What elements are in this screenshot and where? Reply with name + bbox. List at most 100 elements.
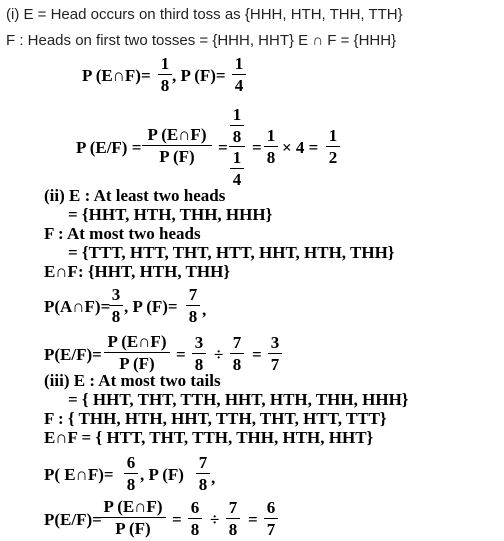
fraction-denominator: 2 — [328, 148, 338, 167]
part1-p-f-fraction: 1 4 — [232, 55, 246, 94]
fraction-numerator: 1 — [232, 148, 242, 167]
fraction-bar — [230, 168, 244, 169]
part3-p-f-label: , P (F) — [140, 465, 184, 484]
fraction-numerator: 3 — [270, 333, 280, 352]
fraction-bar — [109, 305, 123, 306]
fraction-bar — [226, 518, 240, 519]
fraction-bar — [142, 145, 212, 146]
fraction-numerator: 1 — [328, 126, 338, 145]
fraction-denominator: 7 — [270, 355, 280, 374]
fraction-numerator: 1 — [232, 105, 242, 124]
compound-top-fraction: 1 8 — [230, 106, 244, 145]
fraction-bar — [104, 352, 170, 353]
part3-divide: ÷ — [210, 510, 220, 529]
part2-result-fraction: 3 7 — [268, 334, 282, 373]
part1-equals-2: = — [252, 138, 262, 157]
fraction-denominator: 4 — [232, 170, 242, 189]
part1-step-fraction: 1 8 — [264, 127, 278, 166]
part2-fraction-2: 7 8 — [230, 334, 244, 373]
fraction-denominator: 8 — [126, 475, 136, 494]
fraction-bar — [326, 146, 340, 147]
fraction-numerator: P (E∩F) — [147, 125, 207, 144]
fraction-denominator: 8 — [198, 475, 208, 494]
part3-p-ef-fraction: 6 8 — [124, 454, 138, 493]
fraction-bar — [196, 473, 210, 474]
part3-p-ef-label: P( E∩F)= — [44, 465, 114, 484]
part2-equals-2: = — [252, 345, 262, 364]
fraction-numerator: 3 — [111, 285, 121, 304]
part3-conditional-label: P(E/F)= — [44, 510, 102, 529]
part3-intersection-line: E∩F = { HTT, THT, TTH, THH, HTH, HHT} — [44, 428, 374, 447]
part2-p-f-fraction: 7 8 — [186, 286, 200, 325]
fraction-numerator: 7 — [198, 453, 208, 472]
part3-event-e-line: (iii) E : At most two tails — [44, 371, 221, 390]
compound-bottom-fraction: 1 4 — [230, 149, 244, 188]
part3-event-f-line: F : { THH, HTH, HHT, TTH, THT, HTT, TTT} — [44, 409, 387, 428]
fraction-bar — [232, 74, 246, 75]
fraction-numerator: 1 — [266, 126, 276, 145]
part1-equals-1: = — [218, 138, 228, 157]
fraction-denominator: 8 — [232, 355, 242, 374]
fraction-bar — [192, 353, 206, 354]
part2-event-f-line: F : At most two heads — [44, 224, 201, 243]
fraction-denominator: 8 — [160, 76, 170, 95]
fraction-numerator: 3 — [194, 333, 204, 352]
fraction-bar — [264, 518, 278, 519]
part1-conditional-label: P (E/F) = — [76, 138, 142, 157]
fraction-numerator: 1 — [160, 54, 170, 73]
part2-event-f-set: = {TTT, HTT, THT, HTT, HHT, HTH, THH} — [68, 243, 395, 262]
part1-p-ef-label: P (E∩F)= — [82, 66, 151, 85]
fraction-bar — [268, 353, 282, 354]
fraction-bar — [124, 473, 138, 474]
part3-conditional-formula: P (E∩F) P (F) — [100, 498, 166, 537]
part2-p-f-label: , P (F)= — [124, 297, 178, 316]
part2-divide: ÷ — [214, 345, 224, 364]
fraction-numerator: 6 — [126, 453, 136, 472]
fraction-denominator: 8 — [232, 127, 242, 146]
fraction-denominator: 8 — [188, 307, 198, 326]
part3-p-f-fraction: 7 8 — [196, 454, 210, 493]
part2-equals-1: = — [176, 345, 186, 364]
part1-conditional-formula: P (E∩F) P (F) — [142, 126, 212, 165]
part3-fraction-1: 6 8 — [188, 499, 202, 538]
part2-event-e-set: = {HHT, HTH, THH, HHH} — [68, 205, 273, 224]
part3-equals-1: = — [172, 510, 182, 529]
fraction-denominator: P (F) — [159, 147, 195, 166]
part2-conditional-label: P(E/F)= — [44, 345, 102, 364]
fraction-denominator: 8 — [190, 520, 200, 539]
part2-p-af-label: P(A∩F)= — [44, 297, 111, 316]
fraction-bar — [186, 305, 200, 306]
fraction-denominator: P (F) — [115, 519, 151, 538]
fraction-numerator: 7 — [232, 333, 242, 352]
fraction-denominator: P (F) — [119, 354, 155, 373]
part3-fraction-2: 7 8 — [226, 499, 240, 538]
fraction-numerator: 7 — [188, 285, 198, 304]
fraction-numerator: 6 — [266, 498, 276, 517]
part3-event-e-set: = { HHT, THT, TTH, HHT, HTH, THH, HHH} — [68, 390, 409, 409]
fraction-denominator: 7 — [266, 520, 276, 539]
part2-p-f-tail: , — [202, 300, 207, 319]
fraction-bar — [188, 518, 202, 519]
fraction-numerator: P (E∩F) — [107, 332, 167, 351]
part3-result-fraction: 6 7 — [264, 499, 278, 538]
fraction-numerator: 1 — [234, 54, 244, 73]
fraction-denominator: 4 — [234, 76, 244, 95]
part1-event-e-line: (i) E = Head occurs on third toss as {HH… — [6, 6, 403, 23]
part2-p-af-fraction: 3 8 — [109, 286, 123, 325]
part3-p-f-tail: , — [211, 468, 216, 487]
part1-compound-fraction: 1 8 1 4 — [229, 106, 245, 188]
fraction-bar — [158, 74, 172, 75]
fraction-denominator: 8 — [228, 520, 238, 539]
part2-fraction-1: 3 8 — [192, 334, 206, 373]
fraction-bar — [230, 125, 244, 126]
part3-equals-2: = — [248, 510, 258, 529]
part1-event-f-line: F : Heads on first two tosses = {HHH, HH… — [6, 32, 397, 49]
fraction-bar — [264, 146, 278, 147]
fraction-denominator: 8 — [266, 148, 276, 167]
part1-p-f-label: , P (F)= — [172, 66, 226, 85]
part2-conditional-formula: P (E∩F) P (F) — [104, 333, 170, 372]
fraction-numerator: 6 — [190, 498, 200, 517]
part1-times-four: × 4 = — [282, 138, 319, 157]
compound-main-bar — [229, 146, 245, 147]
fraction-denominator: 8 — [111, 307, 121, 326]
